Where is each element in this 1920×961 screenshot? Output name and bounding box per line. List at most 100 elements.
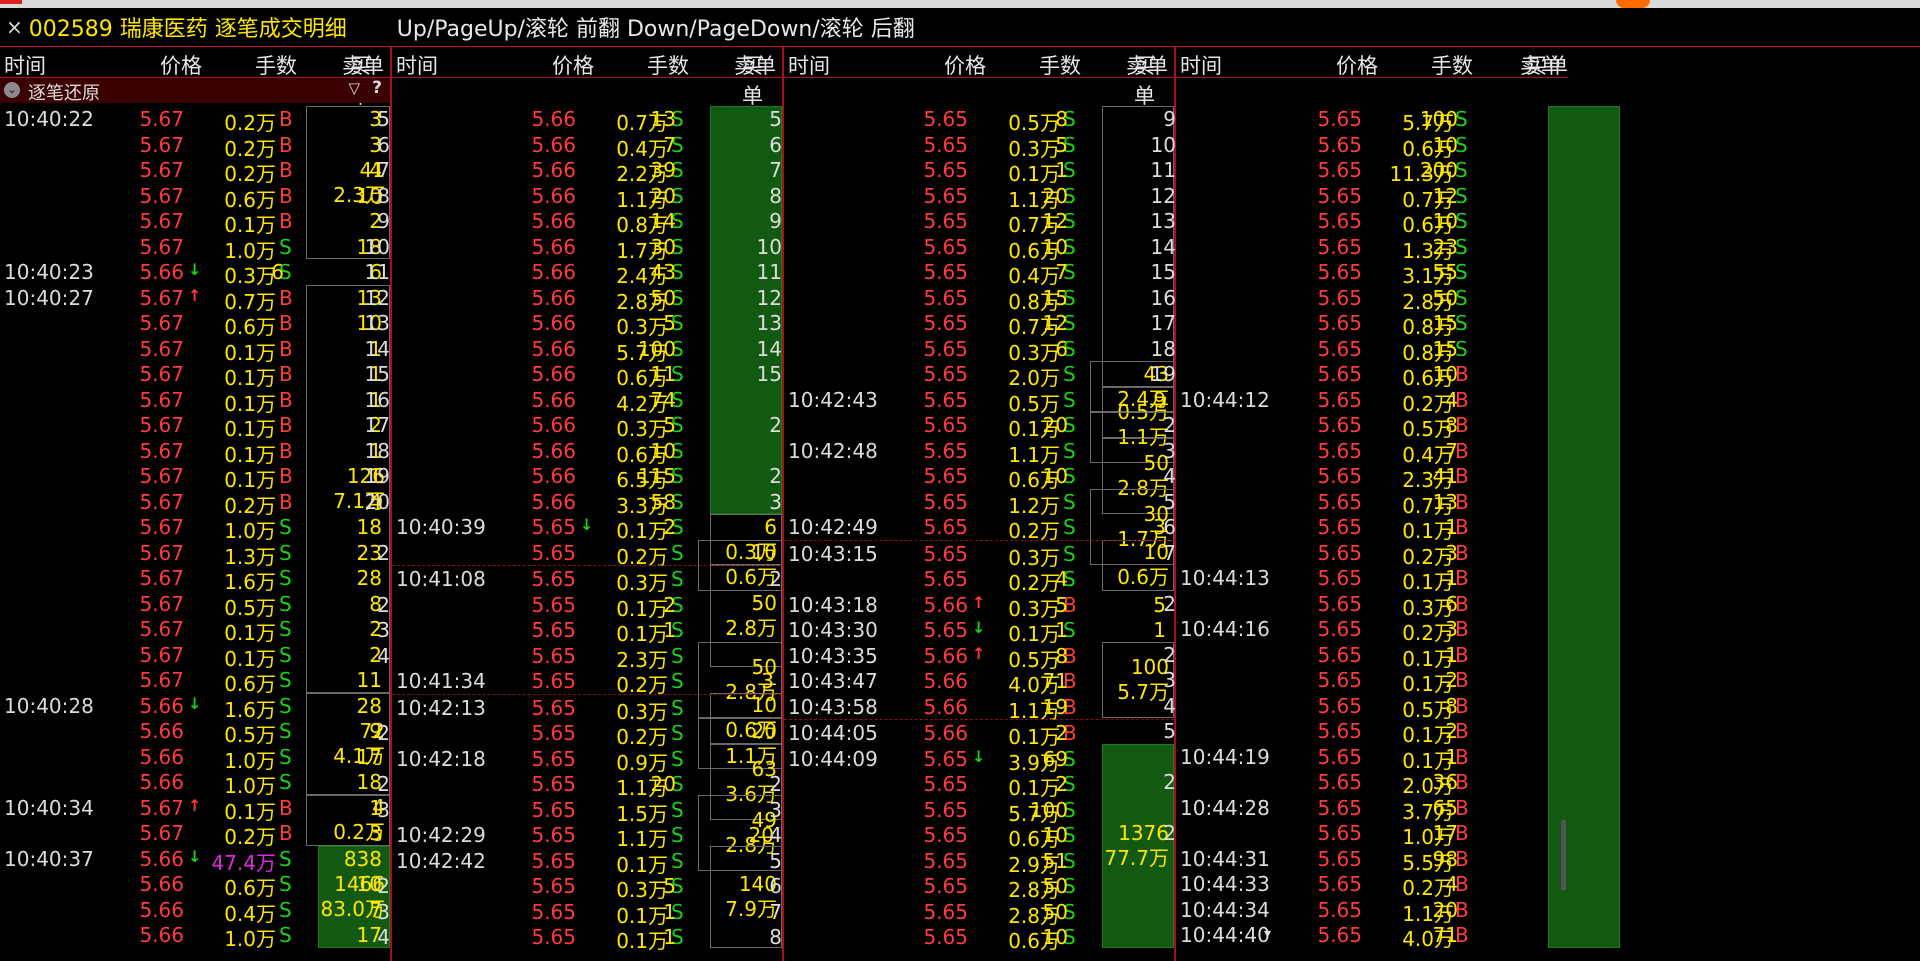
tick-row[interactable]: 9 5.66 0.8万 S 14 (377, 208, 782, 237)
tick-row[interactable]: 6 5.65 2.8万 S 50 (769, 873, 1174, 902)
tick-row[interactable]: 55.670.6万B10 (0, 183, 390, 212)
tick-row[interactable]: 11 5.66 2.4万 S 43 (365, 259, 782, 288)
tick-row[interactable]: 14 5.65 1.3万 S 23 (1151, 234, 1568, 263)
header-price[interactable]: 价格 (160, 50, 202, 80)
tick-row[interactable]: 55.670.1万B1 (0, 387, 390, 416)
tick-row[interactable]: 2 5.65 2.0万 B 36 (1163, 769, 1568, 798)
tick-row[interactable]: 2 5.65 0.1万 S 2 (377, 592, 782, 621)
tick-row[interactable]: 5 5.65 0.1万 B 2 (1163, 718, 1568, 747)
tick-row[interactable]: 10:44:12 5.65 0.2万 B 4 (1176, 387, 1568, 416)
tick-row[interactable]: 75.670.1万B1 (0, 438, 390, 467)
tick-row[interactable]: 2 5.65 0.3万 S 5 (377, 873, 782, 902)
close-icon[interactable]: × (6, 15, 23, 39)
tick-row[interactable]: 5 5.65 0.7万 B 13 (1163, 489, 1568, 518)
tick-row[interactable]: 18 5.65 0.8万 S 15 (1151, 336, 1568, 365)
tick-row[interactable]: 2 5.65 1.1万 S 20 (377, 771, 782, 800)
tick-row[interactable]: 10:40:27 5.67 ↑ 0.7万 B 13 (0, 285, 390, 314)
tick-row[interactable]: 25.670.6万B10 (0, 310, 390, 339)
tick-row[interactable]: 10:42:43 5.65 0.5万 S 9 (784, 387, 1174, 416)
tick-row[interactable]: 14 5.66 5.7万 S 100 (365, 336, 782, 365)
tick-row[interactable]: 45.661.0万S18 (0, 769, 390, 798)
tick-row[interactable]: 3 5.65 1.2万 S (769, 489, 1174, 518)
tick-row[interactable]: 105.671.0万S18 (0, 514, 390, 543)
header-volume[interactable]: 手数 (255, 50, 297, 80)
tick-row[interactable]: 11 5.65 11.3万 S 200 (1151, 157, 1568, 186)
tick-row[interactable]: 7 5.66 2.2万 S 39 (377, 157, 782, 186)
tick-row[interactable]: 10:40:23 5.66 ↓ 0.3万 S 6 6 (0, 259, 390, 288)
tick-row[interactable]: 14 5.65 0.3万 S 6 (757, 336, 1174, 365)
tick-row[interactable]: 2 5.65 0.5万 B 8 (1163, 412, 1568, 441)
tick-row[interactable]: 10:42:42 5.65 0.1万 S (392, 848, 782, 877)
tick-row[interactable]: 9 5.65 5.7万 S 100 (1163, 106, 1568, 135)
tick-row[interactable]: 35.661.0万S17 (0, 744, 390, 773)
tick-row[interactable]: 10:40:34 5.67 ↑ 0.1万 B 1 (0, 795, 390, 824)
tick-row[interactable]: 7 5.65 0.2万 B 3 (1163, 540, 1568, 569)
header-price[interactable]: 价格 (944, 50, 986, 80)
tick-row[interactable]: 6 5.65 0.3万 S 5 (769, 132, 1174, 161)
tick-row[interactable]: 25.670.2万B3 (0, 820, 390, 849)
tick-row[interactable]: 4 5.65 0.6万 S 10 (769, 822, 1174, 851)
header-sell[interactable]: 卖单 (1520, 50, 1562, 80)
tick-row[interactable]: 4 5.65 2.3万 B 41 (1163, 463, 1568, 492)
tick-table[interactable]: 时间价格手数买单卖单⌄逐笔还原▽?412.3万1267.1万724.1万40.2… (0, 47, 1920, 961)
tick-row[interactable]: 2 5.65 0.2万 S (377, 540, 782, 569)
tick-row[interactable]: 10:44:31 5.65 5.5万 B 98 (1176, 846, 1568, 875)
tick-row[interactable]: 16 5.66 4.2万 S 74 (365, 387, 782, 416)
tick-row[interactable]: 12 5.65 0.8万 S 15 (757, 285, 1174, 314)
tick-row[interactable]: 65.670.1万B2 (0, 412, 390, 441)
tick-row[interactable]: 95.670.2万B4 (0, 489, 390, 518)
tick-row[interactable]: 18 5.66 0.6万 S 10 (365, 438, 782, 467)
tick-row[interactable]: 9 5.65 0.7万 S 12 (769, 208, 1174, 237)
tick-row[interactable]: 10:43:35 5.66 ↑ 0.5万 B 8 (784, 643, 1174, 672)
tick-row[interactable]: 2 5.65 0.6万 S 10 (769, 463, 1174, 492)
tick-row[interactable]: 65.670.1万B2 (0, 208, 390, 237)
tick-row[interactable]: 10:40:28 5.66 ↓ 1.6万 S 28 (0, 693, 390, 722)
header-time[interactable]: 时间 (396, 50, 438, 80)
tick-row[interactable]: 35.670.1万B1 (0, 336, 390, 365)
tick-row[interactable]: 6 5.65 0.1万 B 1 (1163, 514, 1568, 543)
tick-row[interactable]: 19 5.66 6.5万 S 115 (365, 463, 782, 492)
header-time[interactable]: 时间 (788, 50, 830, 80)
tick-row[interactable]: 4 5.65 2.3万 S (377, 643, 782, 672)
filter-icon[interactable]: ▽ (348, 79, 360, 97)
tick-row[interactable]: 13 5.65 0.7万 S 12 (757, 310, 1174, 339)
tick-row[interactable]: 8 5.66 1.1万 S 20 (377, 183, 782, 212)
header-price[interactable]: 价格 (552, 50, 594, 80)
tick-row[interactable]: 8 5.65 1.1万 S 20 (769, 183, 1174, 212)
tick-row[interactable]: 10:40:39 5.65 ↓ 0.1万 S 2 (392, 514, 782, 543)
tick-row[interactable]: 10:42:49 5.65 0.2万 S 3 (784, 514, 1174, 543)
tick-row[interactable]: 11 5.65 0.4万 S 7 (757, 259, 1174, 288)
tick-row[interactable]: 145.670.1万S2 (0, 616, 390, 645)
tick-row[interactable]: 8 5.65 0.6万 S 10 (769, 924, 1174, 953)
tick-row[interactable]: 3 5.65 1.5万 S (377, 797, 782, 826)
tick-row[interactable]: 45.670.1万B1 (0, 361, 390, 390)
tick-row[interactable]: 10:43:15 5.65 0.3万 S (784, 539, 1174, 570)
tick-row[interactable]: 6 5.66 0.4万 S 7 (377, 132, 782, 161)
tick-row[interactable]: 3 5.65 0.1万 S 1 (377, 899, 782, 928)
tick-row[interactable]: 2 5.65 0.1万 S 20 (769, 412, 1174, 441)
tick-row[interactable]: 3 5.65 0.1万 S 1 (377, 617, 782, 646)
tick-row[interactable]: 10:42:48 5.65 1.1万 S (784, 438, 1174, 467)
tick-row[interactable]: 10:42:29 5.65 1.1万 S 20 (392, 822, 782, 851)
filter-label[interactable]: 逐笔还原 (28, 79, 100, 105)
tick-row[interactable]: 13 5.66 0.3万 S 5 (365, 310, 782, 339)
tick-row[interactable]: 10:43:18 5.66 ↑ 0.3万 B 5 5 (784, 592, 1174, 621)
tick-row[interactable]: 17 5.66 0.3万 S 5 (365, 412, 782, 441)
tick-row[interactable]: 10 5.66 1.7万 S 30 (365, 234, 782, 263)
header-volume[interactable]: 手数 (1039, 50, 1081, 80)
tick-row[interactable]: 2 5.65 1.0万 B 17 (1163, 820, 1568, 849)
tick-row[interactable]: 35.670.2万B3 (0, 132, 390, 161)
tick-row[interactable]: 15 5.65 3.1万 S 55 (1151, 259, 1568, 288)
tick-row[interactable]: 15 5.65 2.0万 S (757, 361, 1174, 390)
tick-row[interactable]: 25.660.5万S9 (0, 718, 390, 747)
tick-row[interactable]: 16 5.65 2.8万 S 50 (1151, 285, 1568, 314)
tick-row[interactable]: 85.670.1万B1 (0, 463, 390, 492)
header-volume[interactable]: 手数 (1431, 50, 1473, 80)
tick-row[interactable]: 7 5.65 0.1万 S 1 (769, 157, 1174, 186)
tick-row[interactable]: 15 5.66 0.6万 S 11 (365, 361, 782, 390)
tick-row[interactable]: 10:43:47 5.66 4.0万 B 71 (784, 668, 1174, 697)
tick-row[interactable]: 2 5.65 0.2万 S (377, 720, 782, 749)
tick-row[interactable]: 5 5.65 0.5万 S 8 (769, 106, 1174, 135)
tick-row[interactable]: 10 5.65 0.6万 S 10 (1151, 132, 1568, 161)
tick-row[interactable]: 10:44:09 5.65 ↓ 3.9万 S 69 (784, 746, 1174, 775)
